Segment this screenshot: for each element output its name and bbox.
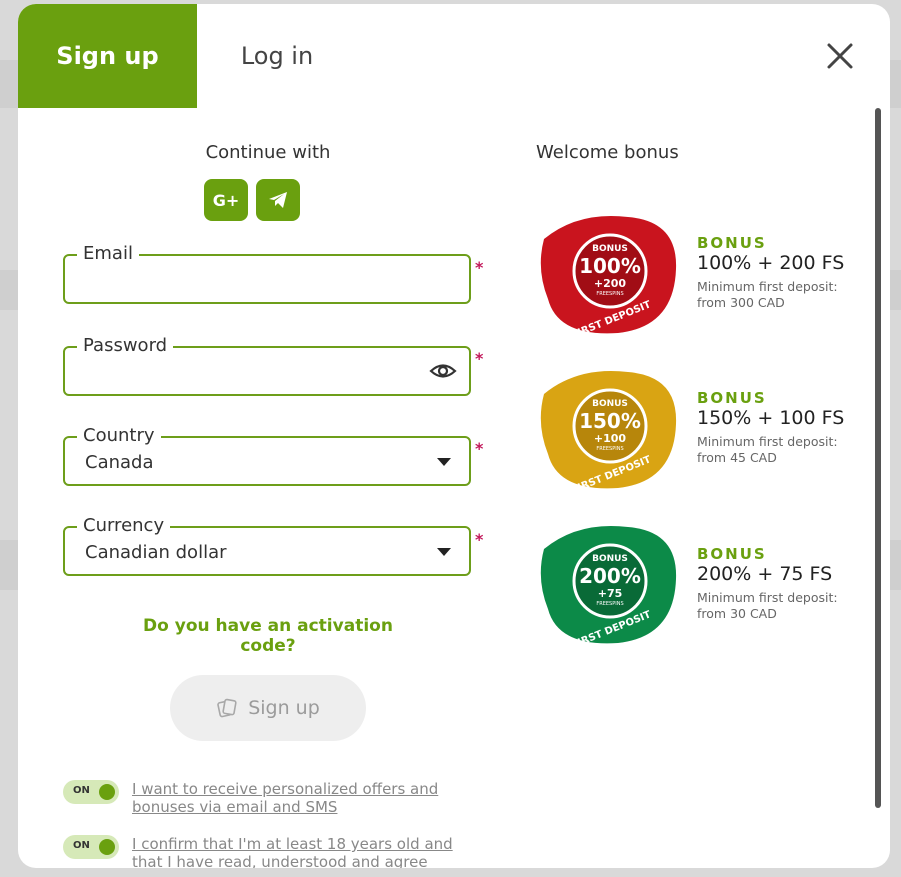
telegram-button[interactable] — [256, 179, 300, 221]
scrollbar[interactable] — [875, 108, 881, 808]
toggle-knob — [99, 839, 115, 855]
country-label: Country — [77, 425, 161, 446]
tab-sign-up[interactable]: Sign up — [18, 4, 197, 108]
close-icon[interactable] — [820, 36, 860, 76]
toggle-state: ON — [73, 785, 90, 796]
toggle-knob — [99, 784, 115, 800]
bonus-badge-150-icon: BONUS 150% +100 FREESPINS FIRST DEPOSIT — [540, 370, 677, 494]
svg-text:FREESPINS: FREESPINS — [596, 601, 623, 607]
svg-text:+75: +75 — [598, 587, 623, 600]
bonus-minimum-deposit: Minimum first deposit: from 45 CAD — [697, 434, 838, 465]
password-field[interactable]: Password — [63, 335, 471, 396]
password-label: Password — [77, 335, 174, 356]
age-confirm-link[interactable]: I confirm that I'm at least 18 years old… — [132, 835, 477, 868]
email-required-mark: * — [475, 258, 484, 277]
svg-text:BONUS: BONUS — [592, 244, 628, 254]
bonus-label: BONUS — [697, 389, 767, 407]
age-confirm-toggle[interactable]: ON — [63, 835, 119, 859]
cards-icon — [217, 698, 237, 718]
sign-up-button[interactable]: Sign up — [170, 675, 366, 741]
bonus-minimum-deposit: Minimum first deposit: from 300 CAD — [697, 279, 838, 310]
svg-text:FREESPINS: FREESPINS — [596, 291, 623, 297]
country-value: Canada — [85, 452, 154, 473]
offers-toggle[interactable]: ON — [63, 780, 119, 804]
bonus-amount: 200% + 75 FS — [697, 563, 833, 585]
svg-text:100%: 100% — [579, 254, 641, 278]
bonus-amount: 100% + 200 FS — [697, 252, 845, 274]
tab-log-in[interactable]: Log in — [197, 4, 357, 108]
bonus-minimum-deposit: Minimum first deposit: from 30 CAD — [697, 590, 838, 621]
email-label: Email — [77, 243, 139, 264]
continue-with-label: Continue with — [205, 142, 331, 163]
svg-text:+100: +100 — [594, 432, 627, 445]
svg-text:+200: +200 — [594, 277, 627, 290]
welcome-bonus-title: Welcome bonus — [536, 142, 679, 163]
currency-value: Canadian dollar — [85, 542, 227, 563]
currency-select[interactable]: Currency Canadian dollar — [63, 515, 471, 576]
currency-required-mark: * — [475, 530, 484, 549]
password-required-mark: * — [475, 349, 484, 368]
google-plus-icon: G+ — [212, 190, 240, 210]
bonus-amount: 150% + 100 FS — [697, 407, 845, 429]
sign-up-button-label: Sign up — [248, 697, 320, 719]
currency-label: Currency — [77, 515, 171, 536]
signup-modal: Sign up Log in Continue with G+ Email * … — [18, 4, 890, 868]
bonus-label: BONUS — [697, 545, 767, 563]
svg-text:BONUS: BONUS — [592, 399, 628, 409]
activation-code-link[interactable]: Do you have an activation code? — [118, 616, 418, 656]
toggle-state: ON — [73, 840, 90, 851]
svg-text:FREESPINS: FREESPINS — [596, 446, 623, 452]
telegram-icon — [269, 192, 287, 208]
svg-text:150%: 150% — [579, 409, 641, 433]
eye-icon[interactable] — [429, 360, 457, 382]
bonus-badge-200-icon: BONUS 200% +75 FREESPINS FIRST DEPOSIT — [540, 525, 677, 649]
chevron-down-icon — [437, 548, 451, 556]
google-plus-button[interactable]: G+ — [204, 179, 248, 221]
bonus-label: BONUS — [697, 234, 767, 252]
country-required-mark: * — [475, 439, 484, 458]
chevron-down-icon — [437, 458, 451, 466]
email-field[interactable]: Email — [63, 243, 471, 304]
offers-consent-link[interactable]: I want to receive personalized offers an… — [132, 780, 477, 816]
svg-text:200%: 200% — [579, 564, 641, 588]
svg-text:BONUS: BONUS — [592, 554, 628, 564]
country-select[interactable]: Country Canada — [63, 425, 471, 486]
bonus-badge-100-icon: BONUS 100% +200 FREESPINS FIRST DEPOSIT — [540, 215, 677, 339]
